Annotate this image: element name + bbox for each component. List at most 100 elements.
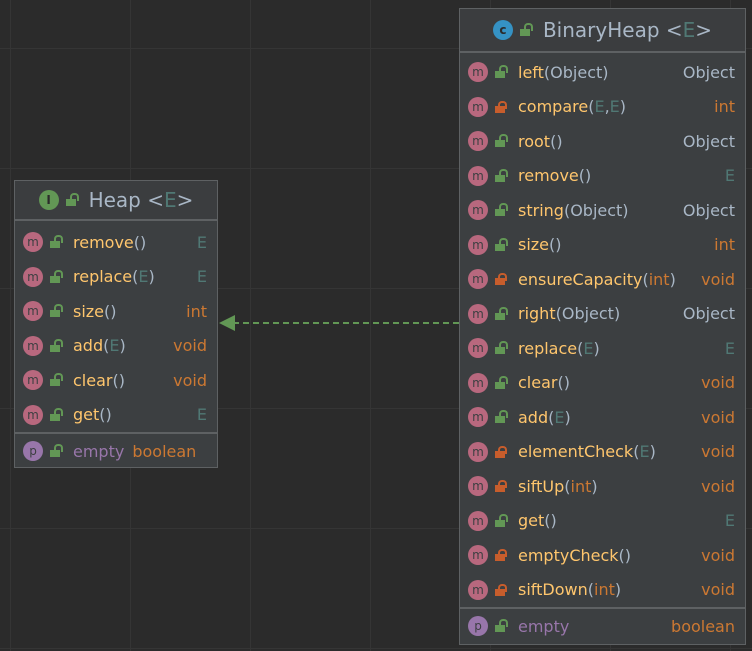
method-name: right bbox=[518, 304, 556, 324]
method-name: get bbox=[518, 511, 545, 531]
private-lock-icon bbox=[494, 583, 507, 596]
method-row[interactable]: m siftDown(int) void bbox=[460, 573, 745, 608]
private-lock-icon bbox=[494, 273, 507, 286]
public-lock-icon bbox=[49, 235, 63, 249]
return-type: E bbox=[196, 405, 207, 425]
method-name: compare bbox=[518, 97, 589, 117]
return-type: void bbox=[701, 407, 735, 427]
heap-header[interactable]: I Heap < E > bbox=[15, 181, 217, 221]
method-row[interactable]: m emptyCheck() void bbox=[460, 538, 745, 573]
method-icon: m bbox=[468, 579, 488, 600]
method-name: size bbox=[518, 235, 550, 255]
arrowhead-icon bbox=[219, 315, 235, 331]
method-row[interactable]: m get() E bbox=[460, 504, 745, 539]
method-icon: m bbox=[23, 232, 43, 253]
method-row[interactable]: m add(E) void bbox=[460, 400, 745, 435]
method-name: replace bbox=[518, 338, 578, 358]
param-type: E bbox=[609, 97, 620, 117]
param-type: int bbox=[648, 269, 670, 289]
public-lock-icon bbox=[494, 65, 508, 79]
method-icon: m bbox=[468, 372, 488, 393]
method-name: size bbox=[73, 301, 105, 321]
method-icon: m bbox=[23, 301, 43, 322]
paren-close: ) bbox=[619, 97, 627, 117]
public-lock-icon bbox=[49, 373, 63, 387]
method-row[interactable]: m right(Object) Object bbox=[460, 297, 745, 332]
paren-close: ) bbox=[119, 336, 126, 356]
method-icon: m bbox=[468, 303, 488, 324]
method-row[interactable]: m add(E) void bbox=[15, 329, 217, 364]
return-type: Object bbox=[682, 62, 735, 82]
param-type: Object bbox=[550, 62, 603, 82]
return-type: void bbox=[701, 373, 735, 393]
param-type: E bbox=[109, 336, 120, 356]
method-row[interactable]: m remove() E bbox=[460, 159, 745, 194]
param-type: E bbox=[594, 97, 605, 117]
method-row[interactable]: m get() E bbox=[15, 398, 217, 433]
property-row[interactable]: p empty boolean bbox=[460, 607, 745, 644]
return-type: E bbox=[724, 166, 735, 186]
paren-close: ) bbox=[110, 301, 117, 321]
param-type: int bbox=[594, 580, 615, 600]
paren-close: ) bbox=[649, 442, 656, 462]
paren-close: ) bbox=[105, 405, 112, 425]
method-row[interactable]: m ensureCapacity(int) void bbox=[460, 262, 745, 297]
public-lock-icon bbox=[49, 338, 63, 352]
return-type: void bbox=[701, 269, 735, 289]
paren-close: ) bbox=[669, 269, 676, 289]
property-row[interactable]: p empty boolean bbox=[15, 432, 217, 469]
method-icon: m bbox=[468, 441, 488, 462]
param-type: Object bbox=[570, 200, 623, 220]
param-type: E bbox=[554, 407, 565, 427]
method-row[interactable]: m elementCheck(E) void bbox=[460, 435, 745, 470]
paren-close: ) bbox=[140, 232, 147, 252]
method-row[interactable]: m clear() void bbox=[460, 366, 745, 401]
heap-interface-box[interactable]: I Heap < E > m remove() Em replace(E) Em size()… bbox=[14, 180, 218, 468]
private-lock-icon bbox=[494, 445, 507, 458]
param-type: Object bbox=[561, 304, 614, 324]
return-type: int bbox=[186, 301, 207, 321]
return-type: E bbox=[724, 338, 735, 358]
public-lock-icon bbox=[494, 203, 508, 217]
method-icon: m bbox=[468, 131, 488, 152]
property-name: empty bbox=[73, 441, 125, 461]
method-row[interactable]: m root() Object bbox=[460, 124, 745, 159]
method-row[interactable]: m size() int bbox=[15, 294, 217, 329]
public-lock-icon bbox=[494, 513, 508, 527]
paren-close: ) bbox=[614, 580, 622, 600]
method-name: emptyCheck bbox=[518, 545, 619, 565]
public-lock-icon bbox=[519, 23, 533, 36]
method-row[interactable]: m replace(E) E bbox=[460, 331, 745, 366]
method-icon: m bbox=[468, 476, 488, 497]
paren-close: ) bbox=[555, 235, 562, 255]
method-name: root bbox=[518, 131, 551, 151]
public-lock-icon bbox=[494, 306, 508, 320]
return-type: int bbox=[714, 97, 735, 117]
return-type: void bbox=[701, 442, 735, 462]
property-icon: p bbox=[468, 616, 488, 637]
method-row[interactable]: m size() int bbox=[460, 228, 745, 263]
generic-param: E bbox=[164, 188, 177, 212]
method-row[interactable]: m left(Object) Object bbox=[460, 55, 745, 90]
method-row[interactable]: m compare(E, E) int bbox=[460, 90, 745, 125]
method-name: clear bbox=[518, 373, 558, 393]
method-row[interactable]: m string(Object) Object bbox=[460, 193, 745, 228]
method-name: clear bbox=[73, 370, 113, 390]
param-type: E bbox=[138, 267, 149, 287]
method-row[interactable]: m remove() E bbox=[15, 225, 217, 260]
return-type: Object bbox=[682, 131, 735, 151]
method-row[interactable]: m siftUp(int) void bbox=[460, 469, 745, 504]
return-type: void bbox=[701, 476, 735, 496]
return-type: Object bbox=[682, 200, 735, 220]
paren-close: ) bbox=[148, 267, 155, 287]
method-row[interactable]: m replace(E) E bbox=[15, 260, 217, 295]
method-icon: m bbox=[468, 407, 488, 428]
binaryheap-header[interactable]: c BinaryHeap < E > bbox=[460, 9, 745, 53]
binaryheap-class-box[interactable]: c BinaryHeap < E > m left(Object) Object m com… bbox=[459, 8, 746, 645]
method-row[interactable]: m clear() void bbox=[15, 363, 217, 398]
paren-close: ) bbox=[622, 200, 629, 220]
method-name: remove bbox=[73, 232, 134, 252]
paren-close: ) bbox=[593, 338, 600, 358]
method-icon: m bbox=[23, 370, 43, 391]
method-name: remove bbox=[518, 166, 579, 186]
